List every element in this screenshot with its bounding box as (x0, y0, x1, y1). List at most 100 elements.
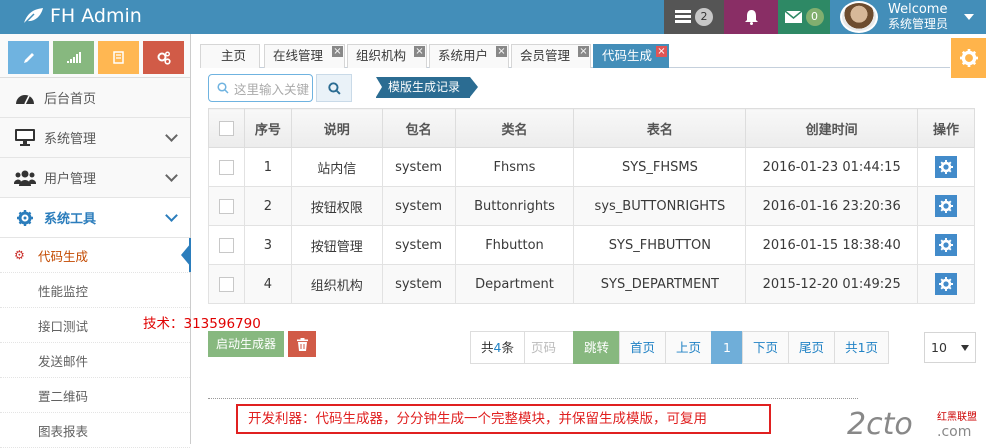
pagination: 共4条 页码 跳转 首页 上页 1 下页 尾页 共1页 (470, 331, 890, 364)
submenu-item-qrcode[interactable]: 置二维码 (0, 378, 190, 413)
row-settings-button[interactable] (935, 234, 958, 256)
tasks-button[interactable]: 2 (664, 0, 724, 34)
submenu-item-label: 发送邮件 (38, 353, 89, 369)
cog-icon (939, 160, 954, 174)
watermark-logo: 2cto 红黑联盟 .com (847, 407, 977, 442)
table-row: 2 按钮权限 system Buttonrights sys_BUTTONRIG… (208, 186, 975, 226)
menu-item-label: 系统管理 (44, 132, 97, 147)
tab-home[interactable]: 主页 (200, 44, 260, 68)
notifications-button[interactable] (724, 0, 778, 34)
chevron-down-icon (165, 129, 178, 142)
submenu-item-send-mail[interactable]: 发送邮件 (0, 343, 190, 378)
select-all-header[interactable] (208, 108, 245, 148)
shortcut-signal-button[interactable] (53, 41, 94, 74)
cell-table: SYS_DEPARTMENT (573, 264, 747, 304)
cog-icon (939, 277, 954, 291)
menu-item-dashboard[interactable]: 后台首页 (0, 78, 190, 118)
cog-icon (939, 238, 954, 252)
search-icon (217, 82, 229, 94)
submenu-item-label: 代码生成 (38, 248, 89, 264)
row-checkbox[interactable] (218, 198, 234, 214)
close-icon[interactable]: × (414, 46, 425, 57)
delete-button[interactable] (288, 331, 316, 357)
settings-button[interactable] (951, 38, 986, 78)
menu-item-label: 后台首页 (44, 92, 97, 107)
brand[interactable]: FH Admin (22, 3, 142, 29)
submenu-system-tools: ⚙ 代码生成 性能监控 接口测试 发送邮件 置二维码 图表报表 (0, 238, 191, 448)
row-checkbox-cell[interactable] (208, 225, 245, 265)
first-page-button[interactable]: 首页 (619, 331, 667, 364)
tab-code-generator[interactable]: 代码生成 × (593, 44, 669, 68)
user-menu[interactable]: Welcome 系统管理员 (830, 0, 986, 34)
shortcut-pencil-button[interactable] (8, 41, 49, 74)
page-number-input[interactable]: 页码 (523, 331, 574, 364)
cell-desc: 站内信 (290, 147, 383, 187)
trash-icon (296, 337, 308, 351)
signal-icon (66, 52, 81, 63)
submenu-item-performance[interactable]: 性能监控 (0, 273, 190, 308)
tab-online-management[interactable]: 在线管理 × (264, 44, 345, 68)
row-checkbox-cell[interactable] (208, 147, 245, 187)
submenu-item-code-generator[interactable]: ⚙ 代码生成 (0, 238, 191, 273)
cell-package: system (381, 186, 456, 226)
close-icon[interactable]: × (332, 46, 343, 57)
row-checkbox-cell[interactable] (208, 186, 245, 226)
menu-item-user-management[interactable]: 用户管理 (0, 158, 190, 198)
go-button[interactable]: 跳转 (572, 331, 620, 364)
navbar-right: 2 0 Welcome 系统管理员 (664, 0, 986, 34)
divider (208, 398, 858, 399)
caret-down-icon (964, 14, 975, 20)
page-size-select[interactable]: 10 (924, 332, 976, 363)
tab-label: 系统用户 (438, 48, 489, 63)
tab-system-users[interactable]: 系统用户 × (429, 44, 509, 68)
start-generator-button[interactable]: 启动生成器 (208, 331, 284, 357)
cell-created: 2015-12-20 01:49:25 (745, 264, 919, 304)
column-header: 操作 (917, 108, 975, 148)
template-records-button[interactable]: 模版生成记录 (376, 77, 479, 98)
cell-desc: 组织机构 (290, 264, 383, 304)
cogs-icon (157, 51, 171, 65)
table-row: 4 组织机构 system Department SYS_DEPARTMENT … (208, 264, 975, 304)
search-input[interactable]: 这里输入关键 (208, 74, 313, 102)
close-icon[interactable]: × (656, 46, 667, 57)
cell-package: system (381, 225, 456, 265)
shortcut-cogs-button[interactable] (143, 41, 184, 74)
tab-label: 主页 (221, 48, 247, 63)
envelope-icon (784, 11, 802, 23)
prev-page-button[interactable]: 上页 (665, 331, 713, 364)
table-row: 1 站内信 system Fhsms SYS_FHSMS 2016-01-23 … (208, 147, 975, 187)
row-settings-button[interactable] (935, 156, 958, 178)
tech-contact-note: 技术：313596790 (143, 316, 261, 332)
last-page-button[interactable]: 尾页 (788, 331, 836, 364)
cell-action (917, 186, 975, 226)
messages-button[interactable]: 0 (778, 0, 830, 34)
menu-item-system-tools[interactable]: 系统工具 (0, 198, 190, 238)
row-settings-button[interactable] (935, 273, 958, 295)
row-checkbox[interactable] (218, 237, 234, 253)
cell-class: Fhbutton (454, 225, 575, 265)
tab-label: 会员管理 (520, 48, 571, 63)
row-settings-button[interactable] (935, 195, 958, 217)
next-page-button[interactable]: 下页 (742, 331, 790, 364)
tab-member-management[interactable]: 会员管理 × (511, 44, 591, 68)
submenu-item-label: 置二维码 (38, 388, 89, 404)
shortcut-book-button[interactable] (98, 41, 139, 74)
tab-organization[interactable]: 组织机构 × (347, 44, 427, 68)
watermark-text: 2cto (847, 407, 913, 442)
table-header-row: 序号 说明 包名 类名 表名 创建时间 操作 (208, 108, 975, 148)
submenu-item-charts[interactable]: 图表报表 (0, 413, 190, 448)
search-button[interactable] (316, 74, 352, 102)
watermark-domain: .com (937, 424, 971, 440)
user-name: 系统管理员 (888, 17, 949, 31)
menu-item-system-management[interactable]: 系统管理 (0, 118, 190, 158)
close-icon[interactable]: × (578, 46, 589, 57)
submenu-item-label: 图表报表 (38, 423, 89, 439)
watermark-tag: 红黑联盟 (937, 410, 977, 423)
current-page[interactable]: 1 (711, 331, 744, 364)
row-checkbox[interactable] (218, 276, 234, 292)
row-checkbox-cell[interactable] (208, 264, 245, 304)
row-checkbox[interactable] (218, 159, 234, 175)
cell-created: 2016-01-16 23:20:36 (745, 186, 919, 226)
close-icon[interactable]: × (496, 46, 507, 57)
select-all-checkbox[interactable] (218, 120, 234, 136)
